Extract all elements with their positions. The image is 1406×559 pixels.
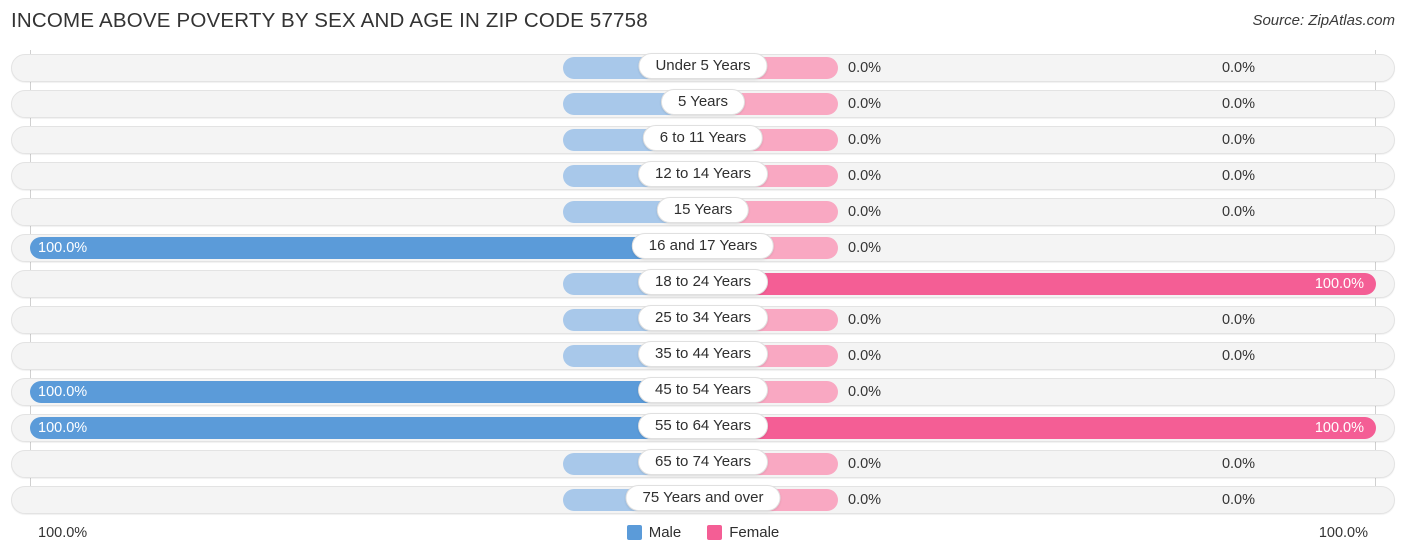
category-label: 16 and 17 Years — [631, 233, 775, 259]
source-attribution: Source: ZipAtlas.com — [1252, 12, 1395, 29]
legend-item-male[interactable]: Male — [626, 524, 682, 541]
chart-row: 100.0% 0.0% 45 to 54 Years — [0, 374, 1406, 410]
value-label-male: 0.0% — [1221, 492, 1255, 508]
chart-row: 0.0%100.0%18 to 24 Years — [0, 266, 1406, 302]
legend-swatch-male-icon — [626, 525, 642, 540]
category-label: 35 to 44 Years — [638, 341, 768, 367]
chart-row: 0.0% 0.0% 35 to 44 Years — [0, 338, 1406, 374]
value-label-female: 0.0% — [848, 312, 882, 328]
value-label-female: 0.0% — [848, 348, 882, 364]
bar-male[interactable] — [30, 237, 703, 259]
category-label: 5 Years — [660, 89, 746, 115]
value-label-male: 0.0% — [1221, 60, 1255, 76]
legend-label-male: Male — [648, 524, 682, 541]
chart-row: 0.0% 0.0% 5 Years — [0, 86, 1406, 122]
value-label-female: 0.0% — [848, 60, 882, 76]
value-label-male: 0.0% — [1221, 132, 1255, 148]
bar-male[interactable] — [30, 417, 703, 439]
value-label-female: 0.0% — [848, 132, 882, 148]
bar-male[interactable] — [30, 381, 703, 403]
bar-female[interactable] — [703, 417, 1376, 439]
value-label-female: 0.0% — [848, 240, 882, 256]
page-title: INCOME ABOVE POVERTY BY SEX AND AGE IN Z… — [11, 9, 648, 32]
value-label-male: 0.0% — [1221, 456, 1255, 472]
category-label: 15 Years — [656, 197, 750, 223]
chart-row: 100.0% 100.0% 55 to 64 Years — [0, 410, 1406, 446]
legend-item-female[interactable]: Female — [707, 524, 779, 541]
value-label-female: 100.0% — [1314, 420, 1364, 436]
value-label-male: 0.0% — [1221, 168, 1255, 184]
value-label-female: 100.0% — [1314, 276, 1364, 292]
category-label: 6 to 11 Years — [642, 125, 764, 151]
value-label-male: 100.0% — [38, 240, 88, 256]
value-label-male: 100.0% — [38, 384, 88, 400]
value-label-male: 0.0% — [1221, 204, 1255, 220]
chart-footer: 100.0% 100.0% Male Female — [0, 520, 1406, 559]
chart-header: INCOME ABOVE POVERTY BY SEX AND AGE IN Z… — [0, 0, 1406, 44]
category-label: 75 Years and over — [625, 485, 781, 511]
value-label-female: 0.0% — [848, 384, 882, 400]
chart-row: 0.0% 0.0% 6 to 11 Years — [0, 122, 1406, 158]
chart-page: INCOME ABOVE POVERTY BY SEX AND AGE IN Z… — [0, 0, 1406, 559]
category-label: 18 to 24 Years — [638, 269, 768, 295]
category-label: 25 to 34 Years — [638, 305, 768, 331]
value-label-female: 0.0% — [848, 168, 882, 184]
category-label: Under 5 Years — [638, 53, 768, 79]
chart-row: 0.0% 0.0% 75 Years and over — [0, 482, 1406, 518]
value-label-female: 0.0% — [848, 96, 882, 112]
chart-row: 0.0% 0.0% 65 to 74 Years — [0, 446, 1406, 482]
value-label-male: 0.0% — [1221, 348, 1255, 364]
chart-row: 0.0% 0.0% Under 5 Years — [0, 50, 1406, 86]
legend-label-female: Female — [729, 524, 780, 541]
category-label: 55 to 64 Years — [638, 413, 768, 439]
value-label-male: 100.0% — [38, 420, 88, 436]
chart-plot-area: 0.0% 0.0% Under 5 Years 0.0% 0.0% 5 Years 0.0%… — [0, 50, 1406, 520]
chart-row: 0.0% 0.0% 12 to 14 Years — [0, 158, 1406, 194]
value-label-male: 0.0% — [1221, 96, 1255, 112]
value-label-female: 0.0% — [848, 204, 882, 220]
value-label-male: 0.0% — [1221, 312, 1255, 328]
chart-row: 0.0% 0.0% 25 to 34 Years — [0, 302, 1406, 338]
value-label-female: 0.0% — [848, 456, 882, 472]
chart-row: 0.0% 0.0% 15 Years — [0, 194, 1406, 230]
category-label: 12 to 14 Years — [638, 161, 768, 187]
chart-row: 100.0% 0.0% 16 and 17 Years — [0, 230, 1406, 266]
category-label: 45 to 54 Years — [638, 377, 768, 403]
value-label-female: 0.0% — [848, 492, 882, 508]
bar-female[interactable] — [703, 273, 1376, 295]
chart-legend: Male Female — [0, 524, 1406, 541]
legend-swatch-female-icon — [707, 525, 723, 540]
category-label: 65 to 74 Years — [638, 449, 768, 475]
